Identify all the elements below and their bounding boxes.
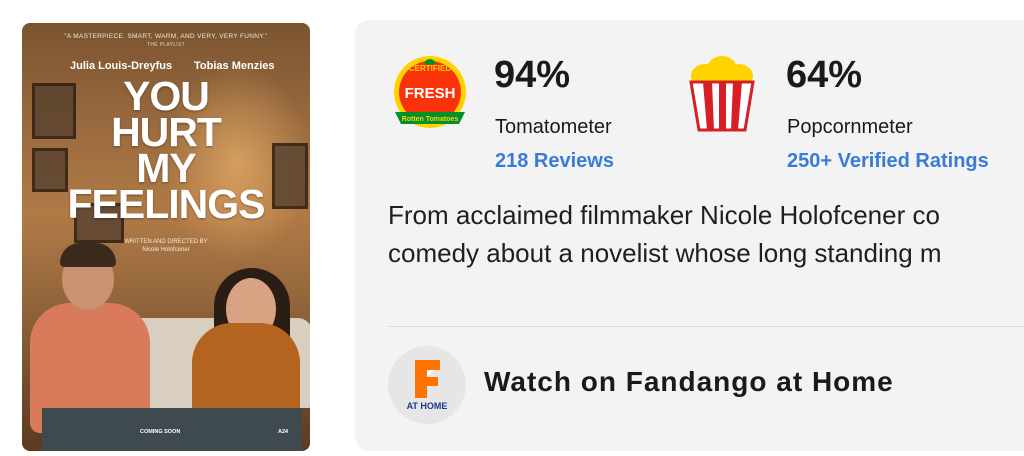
- poster-quote-source: THE PLAYLIST: [147, 42, 185, 48]
- synopsis-line: comedy about a novelist whose long stand…: [388, 238, 942, 268]
- tomatometer-score: 94%: [494, 54, 571, 96]
- watch-fandango-label: Watch on Fandango at Home: [484, 366, 894, 397]
- poster-man-hair: [60, 243, 116, 267]
- popcornmeter-ratings-link[interactable]: 250+ Verified Ratings: [787, 150, 989, 173]
- scores-card: CERTIFIED FRESH Rotten Tomatoes 94% Toma…: [355, 20, 1024, 451]
- poster-studio-logo: A24: [278, 429, 289, 435]
- poster-quote-text: "A MASTERPIECE. SMART, WARM, AND VERY, V…: [64, 33, 268, 40]
- tomatometer-label: Tomatometer: [495, 116, 612, 138]
- at-home-text: AT HOME: [407, 401, 448, 411]
- poster-actor-right: Tobias Menzies: [194, 60, 275, 72]
- fandango-logo-icon: AT HOME: [407, 360, 448, 411]
- poster-title: YOU HURT MY FEELINGS: [22, 76, 310, 227]
- poster-director-caption: WRITTEN AND DIRECTED BY: [124, 239, 208, 245]
- watch-fandango-button[interactable]: AT HOME Watch on Fandango at Home: [388, 346, 948, 426]
- synopsis-line: From acclaimed filmmaker Nicole Holofcen…: [388, 200, 940, 230]
- divider: [388, 326, 1024, 327]
- fandango-at-home-icon: AT HOME: [388, 346, 466, 424]
- badge-fresh-text: FRESH: [405, 85, 456, 102]
- popcornmeter-label: Popcornmeter: [787, 116, 913, 138]
- popcorn-bucket-icon: [689, 56, 755, 132]
- movie-poster[interactable]: "A MASTERPIECE. SMART, WARM, AND VERY, V…: [22, 23, 310, 451]
- poster-coming-soon: COMING SOON: [140, 429, 181, 435]
- poster-title-line: FEELINGS: [67, 181, 265, 227]
- certified-fresh-icon: CERTIFIED FRESH Rotten Tomatoes: [394, 56, 466, 128]
- tomatometer-reviews-link[interactable]: 218 Reviews: [495, 150, 614, 173]
- poster-quote: "A MASTERPIECE. SMART, WARM, AND VERY, V…: [22, 33, 310, 48]
- poster-actor-left: Julia Louis-Dreyfus: [70, 60, 173, 72]
- synopsis: From acclaimed filmmaker Nicole Holofcen…: [388, 196, 1024, 272]
- badge-certified-text: CERTIFIED: [409, 64, 451, 73]
- popcornmeter-score: 64%: [786, 54, 863, 96]
- badge-brand-text: Rotten Tomatoes: [402, 116, 459, 123]
